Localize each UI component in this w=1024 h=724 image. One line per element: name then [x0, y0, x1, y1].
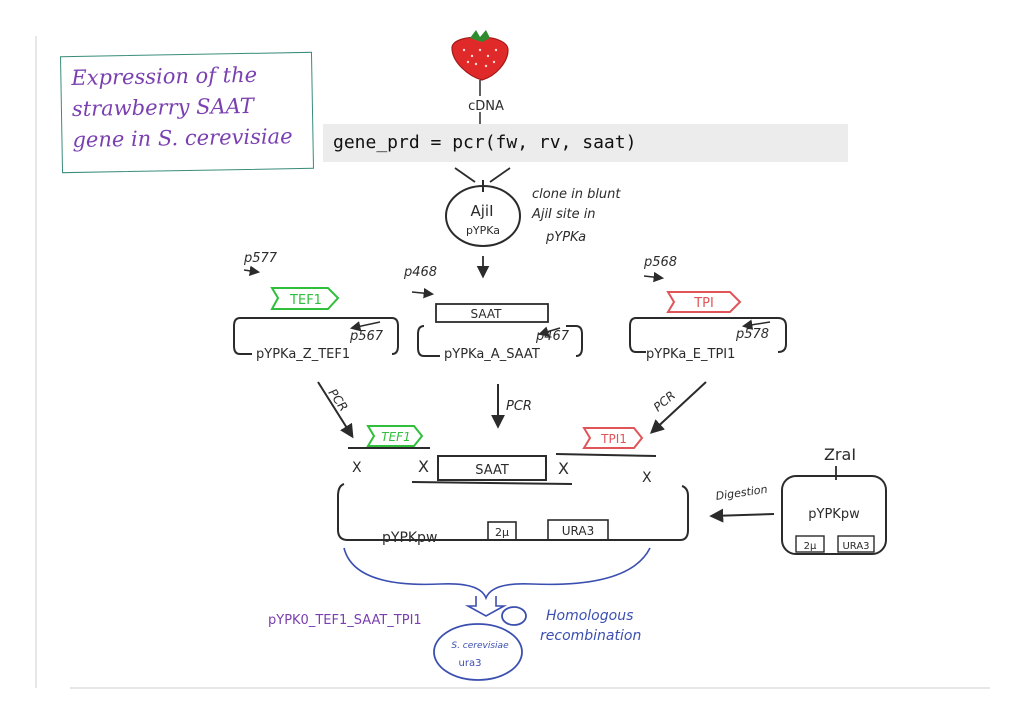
primer-p577-arrow	[243, 265, 261, 277]
yeast-label-2: ura3	[459, 658, 482, 669]
tpi1-label-product: TPI1	[600, 432, 627, 446]
clone-note-2: AjiI site in	[531, 207, 596, 222]
tpi-label-right: TPI	[693, 296, 714, 311]
homologous-label-1: Homologous	[546, 608, 633, 624]
digestion-arrow	[709, 508, 775, 523]
site-x-1: X	[352, 460, 362, 476]
primer-p567-arrow	[349, 321, 381, 332]
primer-p467-label: p467	[535, 329, 570, 344]
plasmid-left-label: pYPKa_Z_TEF1	[256, 347, 350, 362]
primer-p568-arrow	[643, 271, 665, 283]
yeast-label-1: S. cerevisiae	[451, 641, 509, 651]
ajii-label: AjiI	[470, 202, 493, 220]
two-mu-label-circular: 2μ	[804, 541, 817, 552]
tpi1-fragment-line	[555, 453, 657, 457]
ura3-label-circular: URA3	[842, 541, 869, 552]
cloning-diagram: cDNA AjiI pYPKa clone in blunt AjiI site…	[35, 30, 990, 689]
digestion-label: Digestion	[715, 483, 768, 503]
fw-primer-arrow	[454, 167, 476, 183]
pypkpw-circular-label: pYPKpw	[808, 507, 860, 522]
site-x-2: X	[418, 457, 429, 476]
primer-p567-label: p567	[349, 329, 384, 344]
clone-note-1: clone in blunt	[532, 187, 621, 202]
saat-fragment-line	[411, 481, 573, 485]
saat-label-product: SAAT	[475, 463, 509, 478]
tef1-label-left: TEF1	[289, 293, 322, 308]
cdna-label: cDNA	[468, 99, 504, 114]
clone-note-3: pYPKa	[545, 230, 586, 245]
site-x-4: X	[642, 470, 652, 486]
strawberry-icon	[451, 30, 509, 81]
two-mu-label: 2μ	[495, 526, 509, 539]
ura3-label: URA3	[562, 524, 594, 538]
primer-p468-label: p468	[403, 265, 437, 280]
primer-p578-arrow	[741, 319, 771, 330]
ajii-plasmid-label: pYPKa	[466, 224, 500, 237]
rv-primer-arrow	[489, 167, 511, 183]
tef1-label-product: TEF1	[381, 430, 410, 444]
primer-p577-label: p577	[243, 251, 278, 266]
homologous-label-2: recombination	[540, 628, 641, 644]
plasmid-mid-label: pYPKa_A_SAAT	[444, 347, 540, 362]
primer-p568-label: p568	[643, 255, 677, 270]
site-x-3: X	[558, 459, 569, 478]
zrai-label: ZraI	[824, 445, 856, 464]
primer-p468-arrow	[411, 287, 435, 299]
pypkpw-label: pYPKpw	[382, 530, 437, 546]
plasmid-right-label: pYPKa_E_TPI1	[646, 347, 735, 362]
saat-label-mid: SAAT	[471, 307, 503, 321]
primer-p578-label: p578	[735, 327, 769, 342]
pcr-label-mid: PCR	[506, 399, 532, 414]
recombination-brace	[343, 547, 651, 601]
product-label: pYPK0_TEF1_SAAT_TPI1	[268, 613, 422, 628]
